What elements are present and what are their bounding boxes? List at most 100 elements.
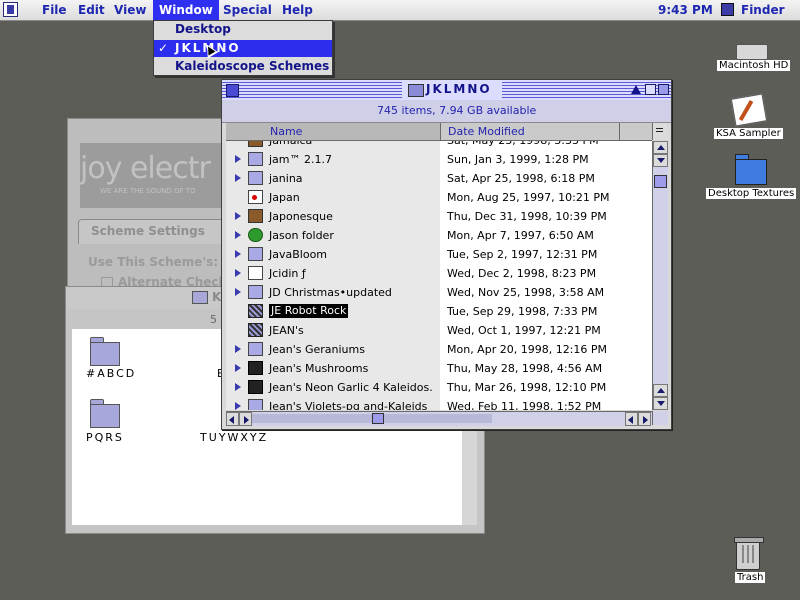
column-name[interactable]: Name	[226, 123, 441, 140]
scroll-left-arrow-icon[interactable]	[625, 412, 638, 426]
file-name[interactable]: JE Robot Rock	[269, 304, 349, 318]
disclosure-triangle-icon[interactable]	[235, 364, 241, 372]
scroll-right-arrow-icon[interactable]	[239, 412, 252, 426]
folder-icon[interactable]	[248, 152, 263, 166]
file-name[interactable]: Jcidin ƒ	[269, 264, 306, 283]
table-row[interactable]: Jason folder Mon, Apr 7, 1997, 6:50 AM	[226, 226, 652, 245]
menu-window[interactable]: Window	[153, 0, 219, 20]
desktop-icon-label[interactable]: Macintosh HD	[717, 60, 791, 71]
table-row[interactable]: Japan Mon, Aug 25, 1997, 10:21 PM	[226, 188, 652, 207]
document-icon[interactable]	[248, 266, 263, 280]
table-row[interactable]: Jean's Mushrooms Thu, May 28, 1998, 4:56 …	[226, 359, 652, 378]
table-row[interactable]: JavaBloom Tue, Sep 2, 1997, 12:31 PM	[226, 245, 652, 264]
disclosure-triangle-icon[interactable]	[235, 383, 241, 391]
scroll-up-arrow-icon[interactable]	[653, 384, 668, 397]
table-row[interactable]: Jean's Violets-pg and-Kaleids Wed, Feb 11…	[226, 397, 652, 410]
apple-menu-icon[interactable]	[3, 2, 18, 17]
sort-order-button[interactable]	[652, 123, 667, 140]
file-name[interactable]: Jean's Violets-pg and-Kaleids	[269, 397, 427, 410]
folder-icon[interactable]	[248, 342, 263, 356]
scroll-thumb[interactable]	[654, 175, 667, 188]
scroll-up-arrow-icon[interactable]	[653, 141, 668, 154]
column-date-modified[interactable]: Date Modified	[441, 123, 620, 140]
document-icon[interactable]	[248, 190, 263, 204]
scroll-right-arrow-icon[interactable]	[638, 412, 651, 426]
trash-icon[interactable]	[734, 537, 764, 570]
table-row[interactable]: JD Christmas•updated Wed, Nov 25, 1998, 3…	[226, 283, 652, 302]
folder-icon[interactable]	[90, 399, 120, 428]
menu-edit[interactable]: Edit	[72, 0, 111, 20]
disclosure-triangle-icon[interactable]	[235, 269, 241, 277]
vertical-scrollbar[interactable]	[652, 141, 668, 410]
hard-disk-icon[interactable]	[736, 44, 768, 60]
scroll-down-arrow-icon[interactable]	[653, 154, 668, 167]
close-box-icon[interactable]	[226, 84, 239, 97]
zoom-box-icon[interactable]	[645, 84, 656, 95]
folder-icon[interactable]	[248, 247, 263, 261]
popup-window-icon[interactable]	[631, 85, 641, 94]
table-row[interactable]: jam™ 2.1.7 Sun, Jan 3, 1999, 1:28 PM	[226, 150, 652, 169]
folder-icon[interactable]	[735, 154, 767, 185]
disclosure-triangle-icon[interactable]	[235, 231, 241, 239]
menu-file[interactable]: File	[36, 0, 73, 20]
menu-item-desktop[interactable]: Desktop	[154, 21, 332, 38]
green-folder-icon[interactable]	[248, 228, 263, 242]
disclosure-triangle-icon[interactable]	[235, 212, 241, 220]
file-name[interactable]: Jean's Neon Garlic 4 Kaleidos.	[269, 378, 433, 397]
windowshade-box-icon[interactable]	[658, 84, 669, 95]
document-icon[interactable]	[730, 93, 768, 127]
table-row[interactable]: Jamaica Sat, May 23, 1998, 3:33 PM	[226, 141, 652, 150]
dark-icon[interactable]	[248, 361, 263, 375]
menu-clock[interactable]: 9:43 PM	[658, 0, 713, 20]
desktop-icon-label[interactable]: Desktop Textures	[706, 188, 797, 199]
folder-icon[interactable]	[248, 285, 263, 299]
scroll-left-arrow-icon[interactable]	[226, 412, 239, 426]
folder-icon[interactable]	[248, 171, 263, 185]
desktop-icon-label[interactable]: Trash	[735, 572, 766, 583]
menu-special[interactable]: Special	[217, 0, 278, 20]
file-name[interactable]: JD Christmas•updated	[269, 283, 392, 302]
table-row[interactable]: janina Sat, Apr 25, 1998, 6:18 PM	[226, 169, 652, 188]
disclosure-triangle-icon[interactable]	[235, 174, 241, 182]
table-row[interactable]: Jean's Neon Garlic 4 Kaleidos. Thu, Mar 2…	[226, 378, 652, 397]
file-name[interactable]: JEAN's	[269, 321, 304, 340]
horizontal-scrollbar[interactable]	[226, 411, 652, 426]
table-row[interactable]: JE Robot Rock Tue, Sep 29, 1998, 7:33 PM	[226, 302, 652, 321]
folder-icon[interactable]	[248, 399, 263, 410]
pattern-icon[interactable]	[248, 323, 263, 337]
tab-scheme-settings[interactable]: Scheme Settings	[78, 219, 230, 244]
app-icon[interactable]	[248, 141, 263, 147]
menu-item-kaleidoscope-schemes[interactable]: Kaleidoscope Schemes	[154, 58, 332, 75]
folder-icon[interactable]	[90, 337, 120, 366]
scroll-down-arrow-icon[interactable]	[653, 397, 668, 410]
file-name[interactable]: jam™ 2.1.7	[269, 150, 332, 169]
menu-help[interactable]: Help	[276, 0, 319, 20]
disclosure-triangle-icon[interactable]	[235, 288, 241, 296]
pattern-icon[interactable]	[248, 304, 263, 318]
finder-titlebar[interactable]: JKLMNO	[222, 80, 671, 100]
grow-box-icon[interactable]	[652, 411, 668, 425]
table-row[interactable]: Jcidin ƒ Wed, Dec 2, 1998, 8:23 PM	[226, 264, 652, 283]
file-name[interactable]: Japonesque	[269, 207, 333, 226]
dark-icon[interactable]	[248, 380, 263, 394]
scroll-thumb[interactable]	[372, 413, 384, 424]
table-row[interactable]: JEAN's Wed, Oct 1, 1997, 12:21 PM	[226, 321, 652, 340]
file-name[interactable]: Jean's Geraniums	[269, 340, 365, 359]
file-name[interactable]: Japan	[269, 188, 300, 207]
file-name[interactable]: janina	[269, 169, 303, 188]
disclosure-triangle-icon[interactable]	[235, 155, 241, 163]
desktop-icon-label[interactable]: KSA Sampler	[714, 128, 783, 139]
disclosure-triangle-icon[interactable]	[235, 250, 241, 258]
file-name[interactable]: Jamaica	[269, 141, 312, 150]
table-row[interactable]: Jean's Geraniums Mon, Apr 20, 1998, 12:16…	[226, 340, 652, 359]
disclosure-triangle-icon[interactable]	[235, 402, 241, 410]
application-menu[interactable]: Finder	[741, 0, 785, 20]
table-row[interactable]: Japonesque Thu, Dec 31, 1998, 10:39 PM	[226, 207, 652, 226]
file-name[interactable]: JavaBloom	[269, 245, 327, 264]
finder-icon[interactable]	[721, 3, 734, 16]
menu-view[interactable]: View	[108, 0, 152, 20]
file-name[interactable]: Jean's Mushrooms	[269, 359, 368, 378]
menu-item-jklmno[interactable]: ✓ JKLMNO	[154, 40, 332, 57]
disclosure-triangle-icon[interactable]	[235, 345, 241, 353]
file-name[interactable]: Jason folder	[269, 226, 334, 245]
